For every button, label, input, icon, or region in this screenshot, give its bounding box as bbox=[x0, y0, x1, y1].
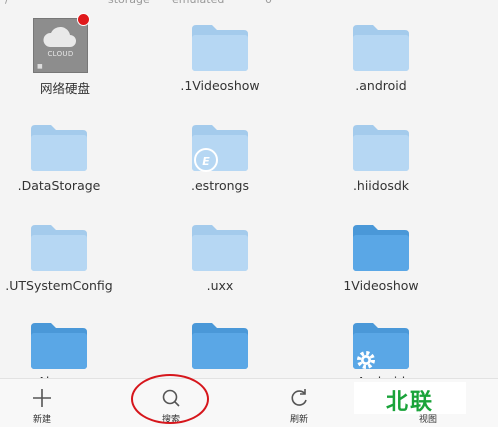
breadcrumb-part[interactable]: emulated bbox=[172, 0, 224, 5]
folder-icon bbox=[31, 225, 87, 271]
new-label: 新建 bbox=[32, 415, 51, 425]
notification-badge bbox=[77, 13, 90, 26]
breadcrumb-part[interactable]: 0 bbox=[265, 0, 272, 5]
file-item-estrongs[interactable]: E .estrongs bbox=[155, 115, 285, 205]
file-name: .DataStorage bbox=[17, 178, 101, 193]
file-item-amap[interactable]: amap bbox=[155, 313, 285, 389]
breadcrumb: / storage emulated 0 bbox=[0, 0, 498, 5]
folder-icon bbox=[192, 225, 248, 271]
folder-icon bbox=[31, 125, 87, 171]
folder-icon bbox=[353, 125, 409, 171]
file-name: 网络硬盘 bbox=[39, 81, 90, 96]
folder-icon bbox=[353, 25, 409, 71]
file-item-1videoshow-hidden[interactable]: .1Videoshow bbox=[155, 15, 285, 105]
folder-icon bbox=[192, 25, 248, 71]
file-name: 1Videoshow bbox=[343, 278, 419, 293]
file-name: .estrongs bbox=[191, 178, 249, 193]
svg-text:E: E bbox=[202, 155, 210, 168]
file-name: .android bbox=[355, 78, 407, 93]
watermark-text: 北联 bbox=[385, 390, 434, 415]
folder-icon bbox=[192, 323, 248, 369]
file-name: .UTSystemConfig bbox=[5, 278, 113, 293]
file-name: .uxx bbox=[206, 278, 234, 293]
new-button[interactable]: 新建 bbox=[2, 379, 82, 427]
annotation-circle bbox=[131, 374, 209, 424]
plus-icon bbox=[33, 389, 51, 407]
refresh-label: 刷新 bbox=[289, 415, 308, 425]
file-name: .hiidosdk bbox=[352, 178, 410, 193]
file-name: .1Videoshow bbox=[180, 78, 260, 93]
refresh-icon bbox=[291, 389, 307, 406]
es-explorer-icon: E bbox=[194, 148, 218, 172]
file-item-android[interactable]: Android bbox=[316, 313, 446, 389]
file-item-1videoshow[interactable]: 1Videoshow bbox=[316, 215, 446, 305]
folder-icon bbox=[353, 225, 409, 271]
breadcrumb-part[interactable]: storage bbox=[108, 0, 150, 5]
file-item-datastorage[interactable]: .DataStorage bbox=[0, 115, 124, 205]
file-item-alarms[interactable]: Alarms bbox=[0, 313, 124, 389]
gear-icon bbox=[357, 351, 375, 369]
file-item-utsystemconfig[interactable]: .UTSystemConfig bbox=[0, 215, 124, 305]
breadcrumb-part[interactable]: / bbox=[5, 0, 9, 5]
refresh-button[interactable]: 刷新 bbox=[259, 379, 339, 427]
file-item-hiidosdk[interactable]: .hiidosdk bbox=[316, 115, 446, 205]
file-item-uxx[interactable]: .uxx bbox=[155, 215, 285, 305]
folder-icon bbox=[31, 323, 87, 369]
cloud-drive-icon: CLOUD ■ bbox=[33, 18, 88, 73]
file-item-android-hidden[interactable]: .android bbox=[316, 15, 446, 105]
file-item-network-drive[interactable]: CLOUD ■ 网络硬盘 bbox=[0, 13, 130, 105]
watermark-logo: 北联 bbox=[354, 382, 466, 415]
